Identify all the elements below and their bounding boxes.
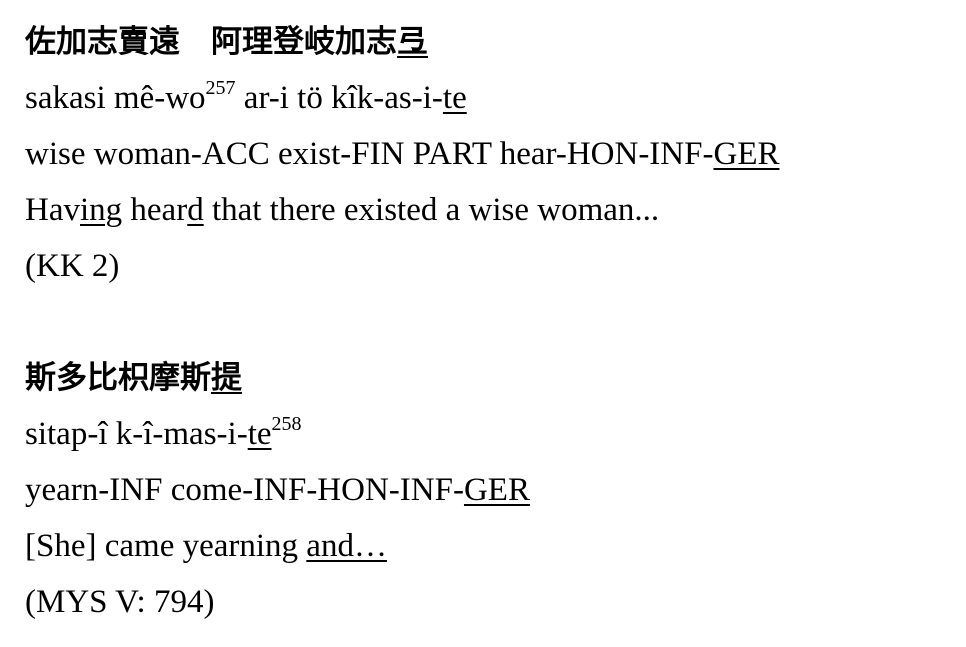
document-body: 佐加志賣遠 阿理登岐加志弖 sakasi mê-wo257 ar-i tö kî… [25, 14, 956, 630]
example1-source: (KK 2) [25, 248, 120, 284]
example2-gloss-a: yearn-INF come-INF-HON-INF- [25, 472, 464, 508]
example2-kanji-line: 斯多比枳摩斯提 [25, 350, 956, 406]
example1-translit-underlined: te [442, 80, 467, 116]
example1-trans-2: ing [79, 192, 123, 228]
example2-translation-line: [She] came yearning and… [25, 518, 956, 574]
example1-trans-4: d [187, 192, 204, 228]
example2-source: (MYS V: 794) [25, 584, 215, 620]
example2-kanji-underlined: 提 [211, 360, 242, 396]
example1-source-line: (KK 2) [25, 238, 956, 294]
example1-translit-b: ar-i tö kîk-as-i- [235, 80, 443, 116]
example1-kanji-spacer [180, 24, 211, 60]
example2-translit-underlined: te [247, 416, 272, 452]
example1-kanji-a: 佐加志賣遠 [25, 24, 180, 60]
example1-transliteration-line: sakasi mê-wo257 ar-i tö kîk-as-i-te [25, 70, 956, 126]
example2-translit-a: sitap-î k-î-mas-i- [25, 416, 248, 452]
example1-gloss-a: wise woman-ACC exist-FIN PART hear-HON-I… [25, 136, 714, 172]
example1-translit-a: sakasi mê-wo [25, 80, 206, 116]
example2-gloss-line: yearn-INF come-INF-HON-INF-GER [25, 462, 956, 518]
example1-translation-line: Having heard that there existed a wise w… [25, 182, 956, 238]
example-separator [25, 294, 956, 350]
example2-kanji-a: 斯多比枳摩斯 [25, 360, 211, 396]
example2-transliteration-line: sitap-î k-î-mas-i-te258 [25, 406, 956, 462]
example1-kanji-underlined: 弖 [397, 24, 428, 60]
example1-kanji-line: 佐加志賣遠 阿理登岐加志弖 [25, 14, 956, 70]
example1-kanji-b: 阿理登岐加志 [211, 24, 397, 60]
example2-gloss-underlined: GER [463, 472, 530, 508]
example1-footnote-257: 257 [205, 77, 236, 99]
example2-footnote-258: 258 [271, 413, 302, 435]
example1-trans-5: that there existed a wise woman... [203, 192, 660, 228]
example2-trans-underlined: and… [306, 528, 387, 564]
example1-trans-3: hear [122, 192, 188, 228]
example1-trans-1: Hav [25, 192, 80, 228]
example1-gloss-underlined: GER [713, 136, 780, 172]
example2-source-line: (MYS V: 794) [25, 574, 956, 630]
example2-trans-a: [She] came yearning [25, 528, 307, 564]
example1-gloss-line: wise woman-ACC exist-FIN PART hear-HON-I… [25, 126, 956, 182]
